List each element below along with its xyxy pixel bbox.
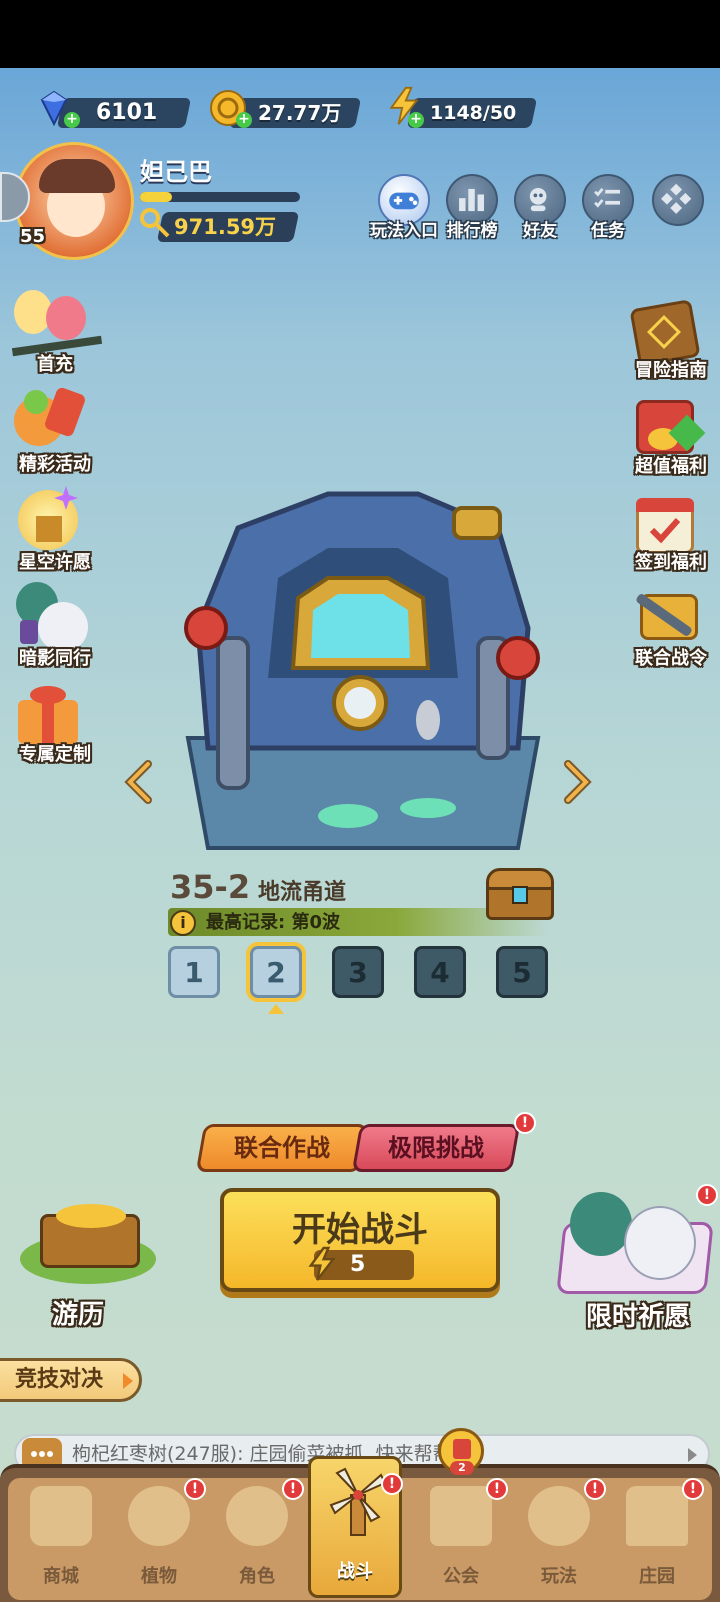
chat-expand-icon[interactable] bbox=[688, 1448, 697, 1462]
arena-label: 竞技对决 bbox=[15, 1367, 104, 1392]
energy-cost-icon bbox=[308, 1246, 336, 1281]
gameplay-alert-badge: ! bbox=[584, 1478, 606, 1500]
nav-label-shop: 商城 bbox=[43, 1566, 79, 1587]
more-icon[interactable] bbox=[652, 174, 704, 226]
info-icon: i bbox=[170, 910, 196, 936]
start-battle-button[interactable]: 开始战斗 5 bbox=[220, 1188, 500, 1292]
exp-bar bbox=[140, 192, 300, 202]
avatar-hair bbox=[39, 159, 115, 193]
left-menu-label-shadow-companion[interactable]: 暗影同行 bbox=[0, 644, 110, 670]
first-recharge-icon[interactable] bbox=[10, 284, 103, 358]
treasure-chest-icon[interactable] bbox=[486, 868, 554, 922]
stage-name: 地流甬道 bbox=[258, 880, 347, 905]
character-icon bbox=[226, 1486, 288, 1546]
selected-wave-indicator bbox=[268, 1004, 284, 1014]
wave-button-1[interactable]: 1 bbox=[168, 946, 220, 998]
nav-label-plant: 植物 bbox=[141, 1566, 177, 1587]
nav-label-character: 角色 bbox=[239, 1566, 275, 1587]
shadow-companion-icon[interactable] bbox=[10, 580, 90, 654]
manor-alert-badge: ! bbox=[682, 1478, 704, 1500]
player-level: 55 bbox=[20, 226, 46, 247]
coins-value: 27.77万 bbox=[258, 101, 342, 125]
battle-alert-badge: ! bbox=[381, 1473, 403, 1495]
guild-notification-icon[interactable]: 2 bbox=[438, 1428, 484, 1475]
guild-icon bbox=[430, 1486, 492, 1546]
travel-label[interactable]: 游历 bbox=[52, 1294, 104, 1331]
right-menu-label-checkin[interactable]: 签到福利 bbox=[616, 548, 720, 574]
left-menu-label-custom[interactable]: 专属定制 bbox=[0, 740, 110, 766]
start-battle-label: 开始战斗 bbox=[292, 1210, 428, 1250]
nav-tab-gameplay[interactable]: ! 玩法 bbox=[512, 1468, 606, 1598]
next-stage-arrow-icon[interactable] bbox=[562, 760, 592, 804]
wave-button-4[interactable]: 4 bbox=[414, 946, 466, 998]
nav-tab-battle[interactable]: ! 战斗 bbox=[308, 1456, 403, 1598]
gems-value: 6101 bbox=[96, 100, 158, 125]
right-menu-label-welfare[interactable]: 超值福利 bbox=[616, 452, 720, 478]
stage-id: 35-2 bbox=[170, 868, 251, 906]
stage-record: 最高记录: 第0波 bbox=[206, 912, 340, 933]
nav-label-guild: 公会 bbox=[443, 1566, 479, 1587]
top-menu-label-tasks[interactable]: 任务 bbox=[568, 216, 648, 241]
coop-battle-label[interactable]: 联合作战 bbox=[200, 1124, 364, 1172]
wave-button-3[interactable]: 3 bbox=[332, 946, 384, 998]
player-name: 妲己巴 bbox=[140, 158, 212, 186]
right-menu-label-battle-pass[interactable]: 联合战令 bbox=[616, 644, 720, 670]
left-menu-label-first-recharge[interactable]: 首充 bbox=[0, 350, 110, 376]
nav-label-manor: 庄园 bbox=[639, 1566, 675, 1587]
nav-tab-character[interactable]: ! 角色 bbox=[210, 1468, 304, 1598]
energy-value: 1148/50 bbox=[430, 102, 517, 124]
prev-stage-arrow-icon[interactable] bbox=[124, 760, 154, 804]
wave-button-2[interactable]: 2 bbox=[250, 946, 302, 998]
left-menu-label-starry-wish[interactable]: 星空许愿 bbox=[0, 548, 110, 574]
nav-label-gameplay: 玩法 bbox=[541, 1566, 577, 1587]
left-menu-label-events[interactable]: 精彩活动 bbox=[0, 450, 110, 476]
player-power: 971.59万 bbox=[174, 215, 277, 239]
sewer-portal-image bbox=[184, 491, 541, 850]
stage-illustration[interactable] bbox=[178, 488, 548, 858]
nav-tab-shop[interactable]: 商城 bbox=[14, 1468, 108, 1598]
guild-alert-badge: ! bbox=[486, 1478, 508, 1500]
start-cost-value: 5 bbox=[350, 1252, 366, 1277]
right-menu-label-guide[interactable]: 冒险指南 bbox=[616, 356, 720, 382]
guild-notification-count: 2 bbox=[450, 1461, 474, 1475]
arena-arrow-icon bbox=[123, 1373, 133, 1389]
game-screen: + 6101 + 27.77万 + 1148/50 55 妲己巴 971.59万… bbox=[0, 68, 720, 1602]
events-icon[interactable] bbox=[10, 386, 90, 460]
plant-icon bbox=[128, 1486, 190, 1546]
limited-wish-icon[interactable] bbox=[556, 1192, 714, 1302]
limited-wish-label[interactable]: 限时祈愿 bbox=[586, 1296, 690, 1333]
nav-tab-guild[interactable]: ! 公会 bbox=[414, 1468, 508, 1598]
travel-feature-icon[interactable] bbox=[10, 1204, 160, 1304]
plant-alert-badge: ! bbox=[184, 1478, 206, 1500]
character-alert-badge: ! bbox=[282, 1478, 304, 1500]
nav-label-battle: 战斗 bbox=[337, 1561, 373, 1582]
nav-tab-plant[interactable]: ! 植物 bbox=[112, 1468, 206, 1598]
exp-bar-fill bbox=[140, 192, 172, 202]
challenge-alert-badge: ! bbox=[514, 1112, 536, 1134]
key-icon bbox=[140, 208, 170, 238]
arena-button[interactable]: 竞技对决 bbox=[0, 1358, 142, 1402]
add-coins-button[interactable]: + bbox=[236, 112, 252, 128]
shop-icon bbox=[30, 1486, 92, 1546]
add-energy-button[interactable]: + bbox=[408, 112, 424, 128]
extreme-challenge-label[interactable]: 极限挑战 bbox=[356, 1124, 516, 1172]
nav-tab-manor[interactable]: ! 庄园 bbox=[610, 1468, 704, 1598]
limited-wish-alert-badge: ! bbox=[696, 1184, 718, 1206]
gameplay-icon bbox=[528, 1486, 590, 1546]
add-gems-button[interactable]: + bbox=[64, 112, 80, 128]
wave-button-5[interactable]: 5 bbox=[496, 946, 548, 998]
manor-icon bbox=[626, 1486, 688, 1546]
